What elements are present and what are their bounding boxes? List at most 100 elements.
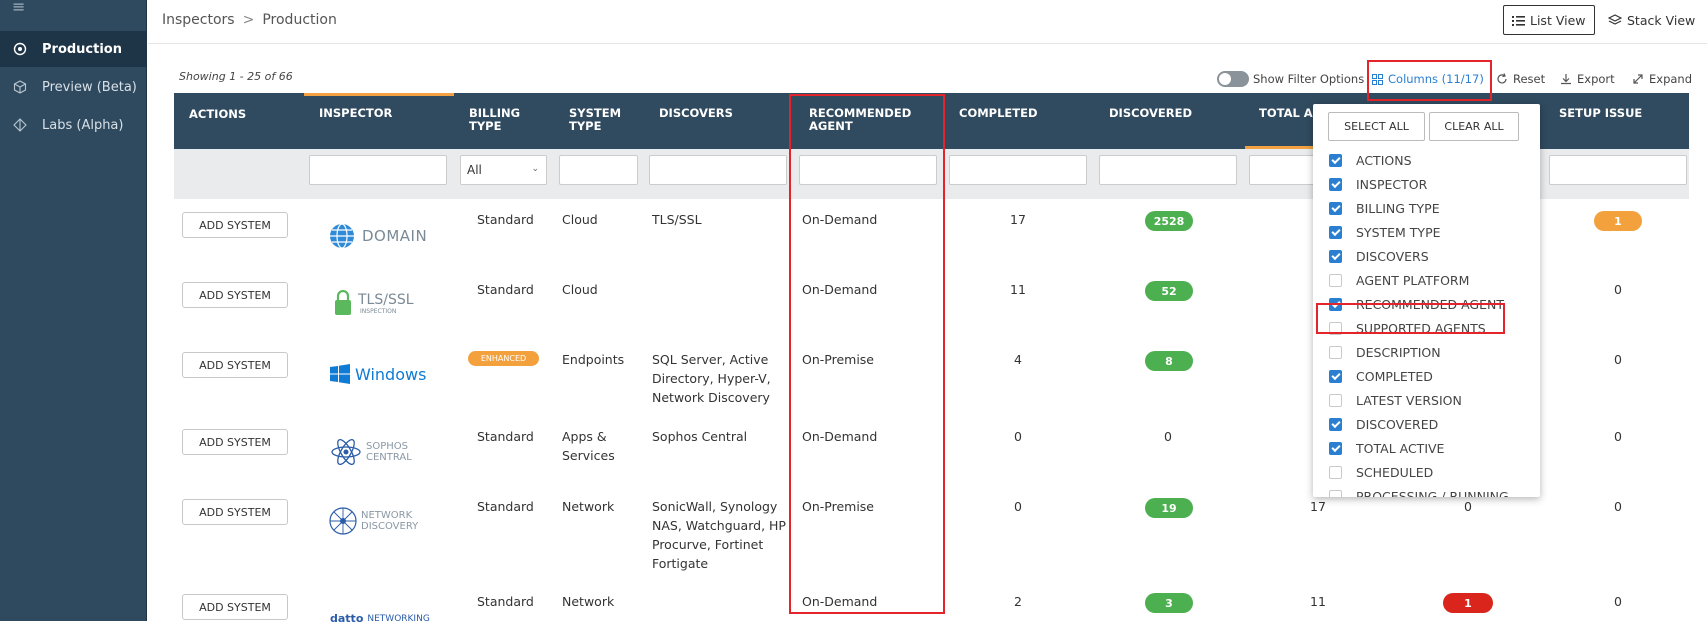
highlight-columns-button [1367,60,1492,101]
system-type-cell: Apps & Services [562,429,615,463]
discovered-badge[interactable]: 19 [1145,498,1193,518]
billing-cell: Standard [477,212,534,227]
column-checkbox[interactable] [1329,441,1342,455]
column-checkbox[interactable] [1329,225,1342,239]
col-header-actions[interactable]: ACTIONS [189,108,246,121]
reset-button[interactable]: Reset [1496,72,1545,86]
col-header-setup-issue[interactable]: SETUP ISSUE [1559,107,1642,120]
discovers-cell: SQL Server, Active Directory, Hyper-V, N… [652,352,771,405]
discovered-badge[interactable]: 3 [1145,593,1193,613]
column-checkbox[interactable] [1329,249,1342,263]
column-option-label: DISCOVERS [1356,248,1429,264]
setup-issue-cell: 0 [1614,352,1622,367]
col-header-system[interactable]: SYSTEM TYPE [569,107,621,133]
shield-cog-icon [12,41,28,57]
column-checkbox[interactable] [1329,153,1342,167]
column-option[interactable]: BILLING TYPE [1329,198,1440,218]
extra-count-badge[interactable]: 1 [1443,593,1493,613]
column-checkbox[interactable] [1329,417,1342,431]
page-header: Inspectors > Production List View Stack Vi… [148,0,1707,44]
list-view-button[interactable]: List View [1503,5,1595,35]
export-label: Export [1577,72,1615,86]
column-option[interactable]: SYSTEM TYPE [1329,222,1441,242]
column-option-label: ACTIONS [1356,152,1412,168]
column-checkbox[interactable] [1329,393,1342,407]
column-option[interactable]: DISCOVERED [1329,414,1438,434]
column-option[interactable]: LATEST VERSION [1329,390,1462,410]
setup-issue-cell: 0 [1614,429,1622,444]
column-checkbox[interactable] [1329,465,1342,479]
add-system-button[interactable]: ADD SYSTEM [182,594,288,620]
discovers-cell: SonicWall, Synology NAS, Watchguard, HP … [652,499,786,571]
sidebar-item-label: Production [42,41,122,57]
enhanced-badge: ENHANCED [468,351,539,366]
column-option-label: COMPLETED [1356,368,1433,384]
discovered-badge[interactable]: 8 [1145,351,1193,371]
add-system-button[interactable]: ADD SYSTEM [182,352,288,378]
col-header-inspector[interactable]: INSPECTOR [319,107,392,120]
add-system-button[interactable]: ADD SYSTEM [182,499,288,525]
column-checkbox[interactable] [1329,273,1342,287]
column-checkbox[interactable] [1329,177,1342,191]
sidebar-item-preview[interactable]: Preview (Beta) [0,69,147,105]
sophos-central-logo: SOPHOS CENTRAL [330,436,412,468]
highlight-supported-agents [1316,303,1505,334]
sidebar-item-production[interactable]: Production [0,31,147,67]
discovered-badge[interactable]: 52 [1145,281,1193,301]
column-option[interactable]: INSPECTOR [1329,174,1427,194]
add-system-button[interactable]: ADD SYSTEM [182,212,288,238]
column-checkbox[interactable] [1329,369,1342,383]
discovered-badge[interactable]: 2528 [1145,211,1193,231]
column-option[interactable]: AGENT PLATFORM [1329,270,1469,290]
discovered-cell: 0 [1164,429,1172,444]
stack-view-label: Stack View [1627,12,1696,28]
logo-text: datto [330,612,364,625]
column-option[interactable]: TOTAL ACTIVE [1329,438,1444,458]
logo-subtext: INSPECTION [360,307,397,315]
logo-text: SOPHOS [366,441,408,452]
billing-type-filter[interactable]: All ⌄ [460,155,547,185]
billing-filter-value: All [467,163,482,177]
stack-view-button[interactable]: Stack View [1600,5,1703,35]
col-header-billing[interactable]: BILLING TYPE [469,107,520,133]
windows-logo: Windows [330,364,426,384]
column-checkbox[interactable] [1329,345,1342,359]
discovers-cell: TLS/SSL [652,212,702,227]
discovered-filter-input[interactable] [1099,155,1237,185]
completed-filter-input[interactable] [949,155,1087,185]
add-system-button[interactable]: ADD SYSTEM [182,282,288,308]
column-checkbox[interactable] [1329,489,1342,497]
column-option[interactable]: DISCOVERS [1329,246,1429,266]
setup-issue-badge[interactable]: 1 [1594,211,1642,231]
col-header-completed[interactable]: COMPLETED [959,107,1038,120]
inspector-filter-input[interactable] [309,155,447,185]
expand-button[interactable]: Expand [1632,72,1692,86]
column-option[interactable]: COMPLETED [1329,366,1433,386]
system-type-filter-input[interactable] [559,155,638,185]
sidebar-item-labs[interactable]: Labs (Alpha) [0,107,147,143]
windows-icon [330,364,350,384]
network-discovery-logo: NETWORK DISCOVERY [328,506,418,536]
column-option-label: DISCOVERED [1356,416,1439,432]
download-icon [1561,74,1571,85]
clear-all-button[interactable]: CLEAR ALL [1429,112,1519,141]
column-option[interactable]: PROCESSING / RUNNING [1329,486,1509,497]
column-option[interactable]: DESCRIPTION [1329,342,1441,362]
select-all-button[interactable]: SELECT ALL [1328,112,1425,141]
column-option-label: PROCESSING / RUNNING [1356,488,1509,498]
add-system-button[interactable]: ADD SYSTEM [182,429,288,455]
col-header-discovered[interactable]: DISCOVERED [1109,107,1192,120]
discovers-filter-input[interactable] [649,155,787,185]
sidebar-item-label: Preview (Beta) [42,79,137,95]
column-option[interactable]: SCHEDULED [1329,462,1433,482]
filter-options-toggle[interactable] [1217,71,1249,87]
col-header-discovers[interactable]: DISCOVERS [659,107,733,120]
col-header-total-active[interactable]: TOTAL A [1259,107,1313,120]
export-button[interactable]: Export [1560,72,1615,86]
column-checkbox[interactable] [1329,201,1342,215]
completed-cell: 4 [1014,352,1022,367]
setup-issue-filter-input[interactable] [1549,155,1687,185]
hamburger-menu-icon[interactable]: ≡ [12,0,25,15]
breadcrumb-inspectors[interactable]: Inspectors [162,12,235,28]
column-option[interactable]: ACTIONS [1329,150,1412,170]
